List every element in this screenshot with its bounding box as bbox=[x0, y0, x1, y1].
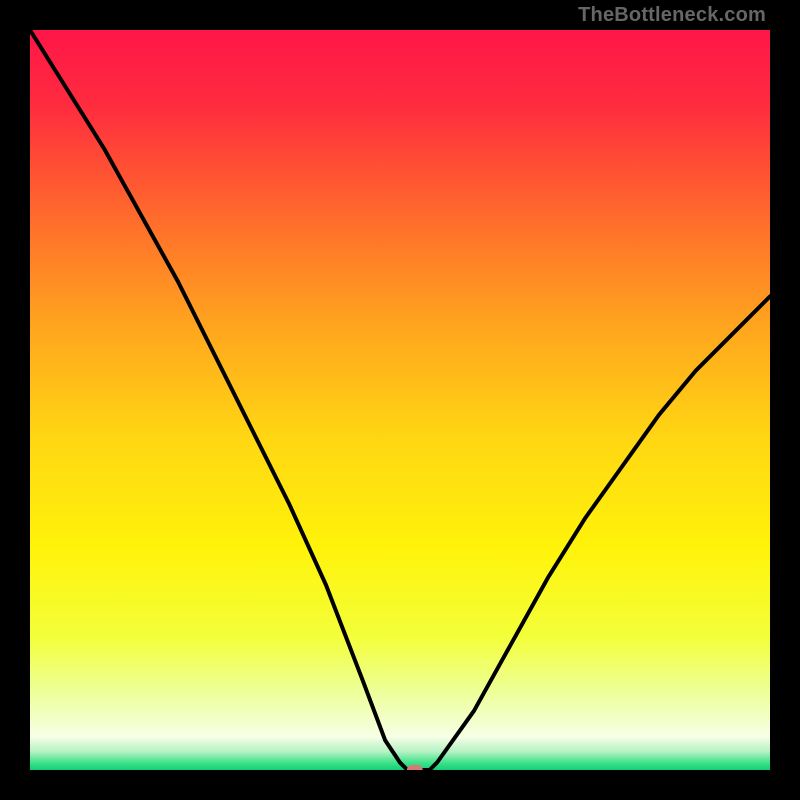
chart-plot-area bbox=[30, 30, 770, 770]
gradient-background bbox=[30, 30, 770, 770]
chart-wrapper: TheBottleneck.com bbox=[0, 0, 800, 800]
chart-svg bbox=[30, 30, 770, 770]
watermark-text: TheBottleneck.com bbox=[578, 4, 766, 27]
minimum-marker bbox=[407, 765, 423, 770]
